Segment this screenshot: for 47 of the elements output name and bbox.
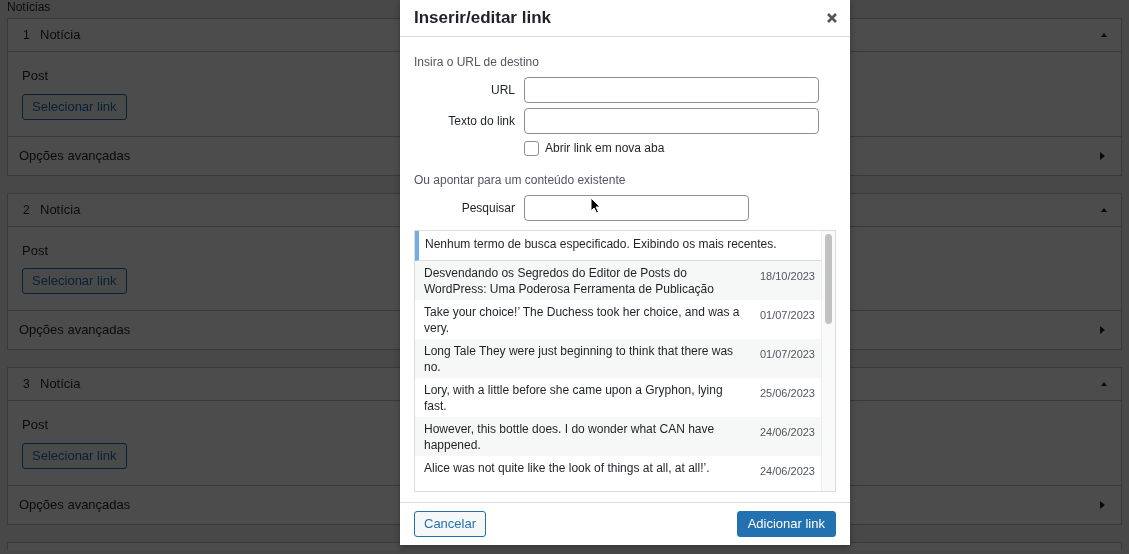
section-title: Notícias	[7, 0, 51, 16]
result-item[interactable]: Take your choice!’ The Duchess took her choice, and was a very. 01/07/2023	[415, 300, 821, 339]
item-title: Notícia	[40, 375, 81, 394]
result-title: Lory, with a little before she came upon a Gryphon, lying fast.	[424, 382, 724, 414]
field-label: URL	[490, 82, 515, 99]
scrollbar[interactable]	[821, 231, 835, 491]
result-item[interactable]: Alice was not quite like the look of things at all, at all!’. 24/06/2023	[415, 456, 821, 482]
item-title: Notícia	[40, 26, 81, 45]
advanced-options-label: Opções avançadas	[19, 146, 131, 165]
result-item[interactable]: Long Tale They were just beginning to think that there was no. 01/07/2023	[415, 339, 821, 378]
result-item[interactable]: Lory, with a little before she came upon a Gryphon, lying fast. 25/06/2023	[415, 378, 821, 417]
result-date: 24/06/2023	[758, 425, 815, 440]
close-icon	[826, 12, 838, 24]
field-label: Post	[22, 241, 48, 260]
checkbox[interactable]	[524, 140, 539, 156]
result-date: 24/06/2023	[758, 464, 815, 479]
add-link-button[interactable]: Adicionar link	[736, 511, 836, 537]
result-title: However, this bottle does. I do wonder what CAN have happened.	[424, 421, 716, 453]
section-heading: Ou apontar para um conteúdo existente	[414, 173, 627, 187]
input-field[interactable]	[524, 77, 819, 103]
section-heading: Insira o URL de destino	[414, 55, 540, 69]
search-field[interactable]	[524, 195, 749, 221]
cancel-button[interactable]: Cancelar	[414, 511, 487, 537]
result-title: Take your choice!’ The Duchess took her choice, and was a very.	[424, 304, 741, 336]
advanced-options-label: Opções avançadas	[19, 495, 131, 514]
item-number: 3	[23, 376, 31, 393]
result-title: Desvendando os Segredos do Editor de Posts do WordPress: Uma Poderosa Ferramenta de Publicação	[424, 265, 715, 297]
result-item[interactable]: Desvendando os Segredos do Editor de Posts do WordPress: Uma Poderosa Ferramenta de Publicação 18/10/2023	[415, 261, 821, 300]
result-item[interactable]: However, this bottle does. I do wonder what CAN have happened. 24/06/2023	[415, 417, 821, 456]
result-date: 01/07/2023	[758, 347, 815, 362]
field-label: Post	[22, 416, 48, 434]
field-label: Post	[22, 67, 48, 85]
item-number: 1	[23, 27, 31, 44]
result-date: 01/07/2023	[758, 308, 815, 323]
input-field[interactable]	[524, 108, 819, 134]
item-title: Notícia	[40, 200, 81, 219]
mouse-pointer-icon	[590, 197, 601, 214]
result-date: 25/06/2023	[758, 386, 815, 401]
result-date: 18/10/2023	[758, 269, 815, 284]
checkbox-label: Abrir link em nova aba	[545, 140, 665, 157]
field-label: Texto do link	[447, 113, 515, 130]
item-number: 2	[23, 201, 31, 219]
field-label: Pesquisar	[460, 200, 515, 217]
advanced-options-label: Opções avançadas	[19, 321, 131, 340]
result-title: Long Tale They were just beginning to think that there was no.	[424, 343, 735, 375]
dialog-title: Inserir/editar link	[414, 7, 551, 30]
result-title: Alice was not quite like the look of things at all, at all!’.	[424, 460, 711, 477]
